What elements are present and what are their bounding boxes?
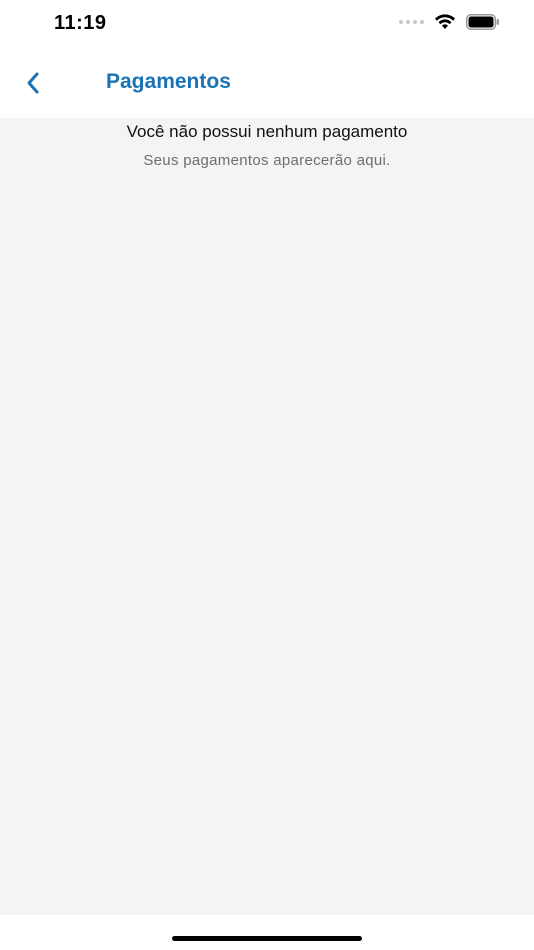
bottom-safe-area [0, 915, 534, 950]
navigation-bar: Pagamentos [0, 48, 534, 118]
empty-state-subtitle: Seus pagamentos aparecerão aqui. [143, 152, 391, 169]
status-bar: 11:19 [0, 0, 534, 48]
back-button[interactable] [18, 68, 48, 98]
battery-icon [466, 14, 499, 30]
wifi-icon [435, 14, 455, 29]
page-title: Pagamentos [106, 70, 231, 93]
status-icons [399, 14, 500, 30]
empty-state-title: Você não possui nenhum pagamento [126, 122, 408, 141]
home-indicator[interactable] [172, 936, 362, 941]
cellular-signal-icon [399, 20, 424, 24]
payments-content: Você não possui nenhum pagamento Seus pa… [0, 118, 534, 915]
status-time: 11:19 [54, 12, 107, 34]
chevron-left-icon [27, 72, 39, 94]
